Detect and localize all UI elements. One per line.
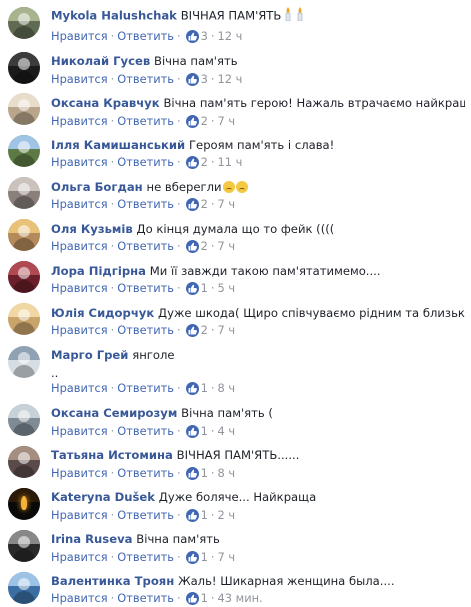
like-count[interactable]: 1 — [201, 591, 208, 605]
comment-body: Валентинка Троян Жаль! Шикарная женщина … — [51, 573, 465, 589]
comments-list: Mykola Halushchak ВІЧНАЯ ПАМ'ЯТЬ Нравится… — [0, 0, 471, 607]
like-link[interactable]: Нравится — [51, 591, 108, 605]
comment-timestamp[interactable]: 43 мин. — [218, 591, 263, 605]
comment-actions: Нравится · Ответить · 1 · 43 мин. — [51, 591, 263, 605]
reply-link[interactable]: Ответить — [117, 591, 174, 605]
avatar[interactable] — [8, 572, 40, 604]
comment-author-link[interactable]: Валентинка Троян — [51, 574, 174, 588]
avatar-head — [18, 578, 30, 590]
separator: · — [210, 591, 215, 605]
separator: · — [110, 591, 115, 605]
separator: · — [177, 591, 181, 605]
comment-text: Жаль! Шикарная женщина была.... — [178, 574, 395, 588]
like-thumb-icon[interactable] — [185, 592, 199, 605]
avatar-body — [13, 591, 35, 604]
comment-item: Валентинка Троян Жаль! Шикарная женщина … — [0, 0, 471, 607]
